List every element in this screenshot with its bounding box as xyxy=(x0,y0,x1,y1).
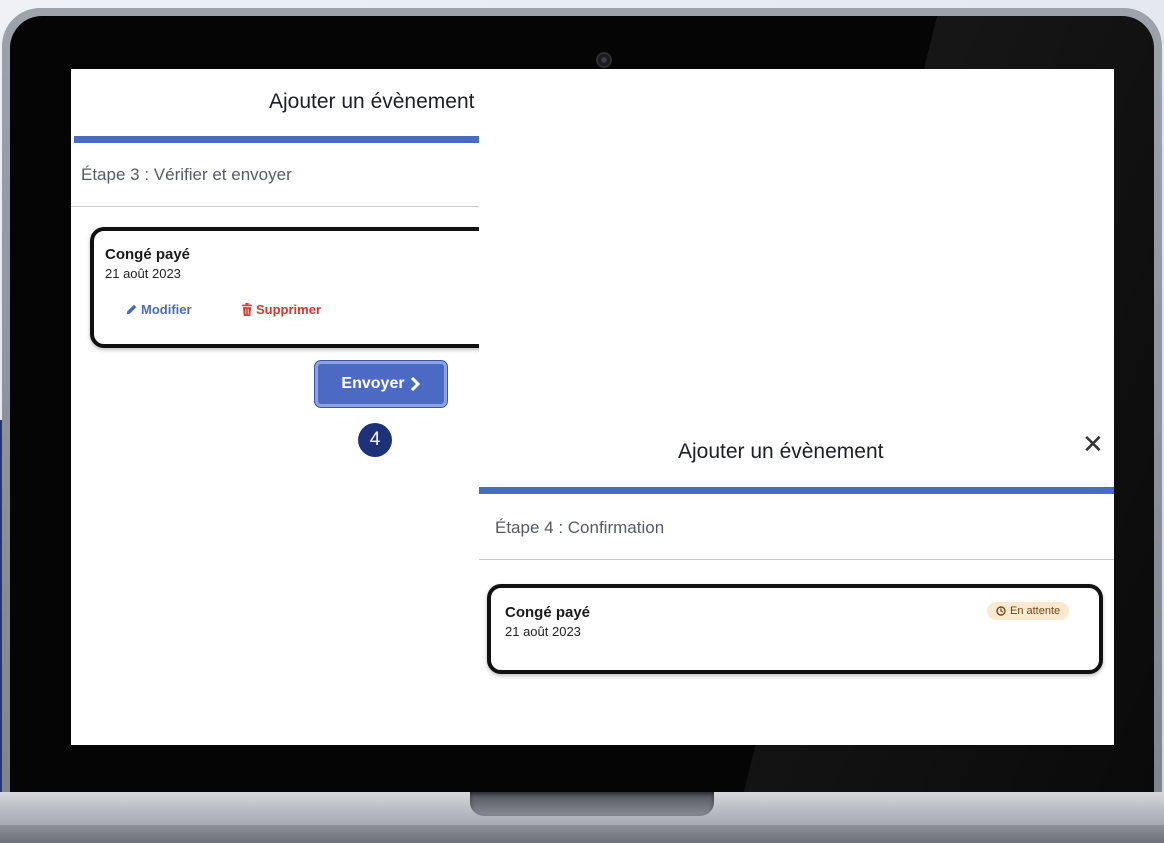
laptop-base-edge xyxy=(0,825,1164,843)
send-button-label: Envoyer xyxy=(341,375,405,392)
step4-progress-bar xyxy=(479,487,1114,494)
step-callout-badge: 4 xyxy=(358,423,392,457)
webcam-icon xyxy=(596,52,612,68)
step4-modal: Ajouter un évènement ✕ Étape 4 : Confirm… xyxy=(479,416,1114,745)
step4-modal-title: Ajouter un évènement xyxy=(678,440,884,463)
chevron-right-icon xyxy=(410,377,420,391)
delete-event-label: Supprimer xyxy=(256,302,322,317)
send-button[interactable]: Envoyer xyxy=(315,361,447,407)
step4-divider xyxy=(479,559,1114,560)
step3-event-date: 21 août 2023 xyxy=(105,266,181,281)
status-label: En attente xyxy=(1010,605,1061,617)
step4-event-date: 21 août 2023 xyxy=(505,624,581,639)
step3-modal-right-area xyxy=(479,69,1114,416)
laptop-screen: Ajouter un évènement ✕ Étape 3 : Vérifie… xyxy=(71,69,1114,745)
pencil-icon xyxy=(126,304,137,315)
clock-icon xyxy=(996,606,1006,616)
step4-step-label: Étape 4 : Confirmation xyxy=(495,518,665,537)
laptop-hinge-notch xyxy=(470,792,714,816)
step3-progress-fill xyxy=(74,136,535,143)
step3-step-label: Étape 3 : Vérifier et envoyer xyxy=(81,165,292,184)
step3-modal-title: Ajouter un évènement xyxy=(269,90,475,113)
edit-event-label: Modifier xyxy=(141,302,192,317)
trash-icon xyxy=(242,303,252,316)
step3-modal: Ajouter un évènement ✕ Étape 3 : Vérifie… xyxy=(71,69,690,745)
step4-progress-fill xyxy=(479,487,1114,494)
delete-event-button[interactable]: Supprimer xyxy=(241,302,321,317)
step4-event-title: Congé payé xyxy=(505,604,591,621)
status-badge: En attente xyxy=(987,602,1070,620)
step4-close-icon[interactable]: ✕ xyxy=(1082,432,1104,458)
step3-event-title: Congé payé xyxy=(105,246,191,263)
edit-event-button[interactable]: Modifier xyxy=(125,302,192,317)
step4-event-card: Congé payé 21 août 2023 En attente xyxy=(487,584,1103,674)
